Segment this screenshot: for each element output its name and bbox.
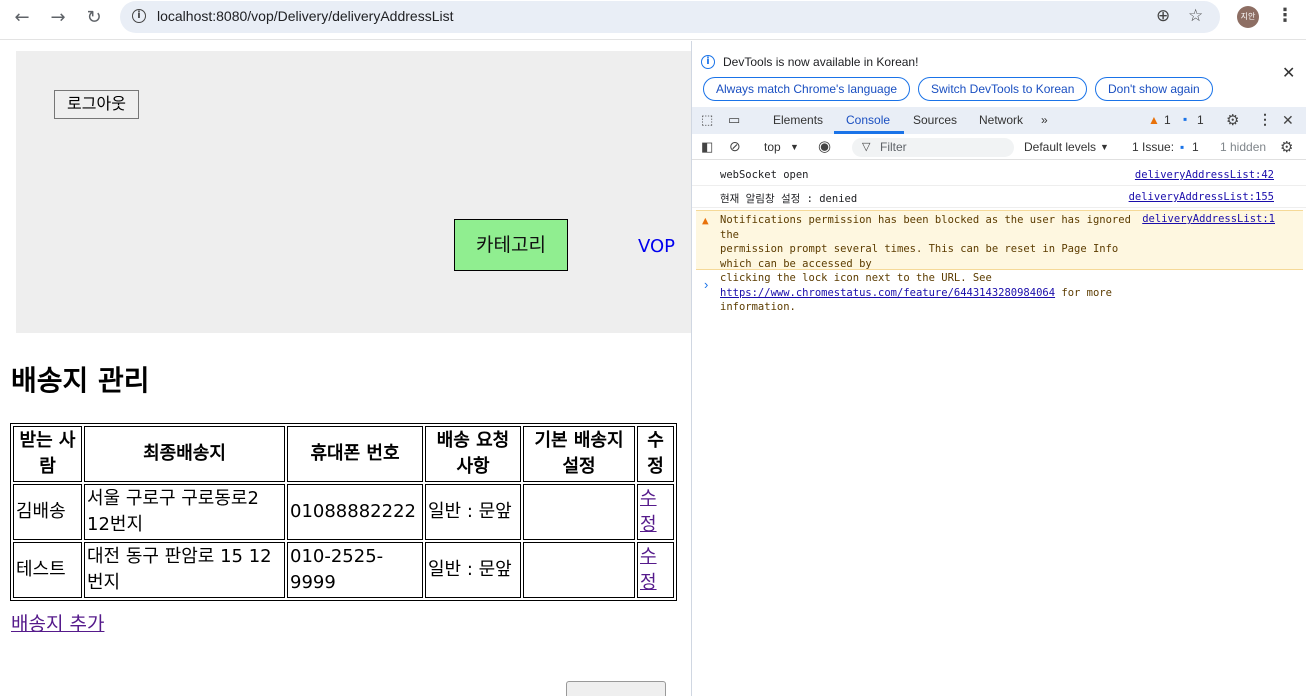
url-text[interactable]: localhost:8080/vop/Delivery/deliveryAddr… <box>157 8 453 24</box>
message-icon[interactable]: ▪ <box>1183 112 1187 126</box>
logout-button[interactable]: 로그아웃 <box>54 90 139 119</box>
column-header-address: 최종배송지 <box>84 426 285 482</box>
zoom-icon[interactable]: ⊕ <box>1156 6 1170 26</box>
column-header-edit: 수정 <box>637 426 674 482</box>
devtools-tabbar: ⬚ ▭ Elements Console Sources Network » ▲… <box>692 107 1306 134</box>
warning-icon[interactable]: ▲ <box>1148 113 1160 127</box>
default-cell <box>523 484 635 540</box>
warning-count[interactable]: 1 <box>1164 113 1171 127</box>
default-cell <box>523 542 635 598</box>
hidden-count: 1 hidden <box>1220 140 1267 154</box>
site-info-icon[interactable]: i <box>132 9 146 23</box>
delivery-address-table: 받는 사람 최종배송지 휴대폰 번호 배송 요청 사항 기본 배송지 설정 수정… <box>10 423 677 601</box>
issues-label[interactable]: 1 Issue: <box>1132 140 1174 154</box>
browser-menu-icon[interactable]: ⋮ <box>1276 5 1294 26</box>
request-cell: 일반 : 문앞 <box>425 542 521 598</box>
levels-dropdown-icon[interactable]: ▼ <box>1100 142 1109 152</box>
language-banner: i DevTools is now available in Korean! A… <box>692 41 1306 107</box>
web-page: 로그아웃 카테고리 VOP 배송지 관리 받는 사람 최종배송지 휴대폰 번호 … <box>0 41 691 696</box>
console-message: webSocket open deliveryAddressList:42 <box>692 164 1306 186</box>
page-title: 배송지 관리 <box>11 364 150 397</box>
console-message-text: 현재 알림창 설정 : denied <box>720 193 858 205</box>
edit-link[interactable]: 수정 <box>640 488 657 535</box>
column-header-recipient: 받는 사람 <box>13 426 82 482</box>
table-row: 김배송 서울 구로구 구로동로2 12번지 01088882222 일반 : 문… <box>13 484 674 540</box>
profile-avatar[interactable]: 지안 <box>1237 6 1259 28</box>
inspect-element-icon[interactable]: ⬚ <box>701 112 713 128</box>
close-devtools-icon[interactable]: ✕ <box>1282 112 1294 129</box>
recipient-cell: 김배송 <box>13 484 82 540</box>
chromestatus-link[interactable]: https://www.chromestatus.com/feature/644… <box>720 287 1055 299</box>
phone-cell: 01088882222 <box>287 484 423 540</box>
filter-input[interactable]: ▽ Filter <box>852 138 1014 157</box>
edit-cell: 수정 <box>637 542 674 598</box>
forward-icon[interactable]: → <box>44 6 72 30</box>
tab-sources[interactable]: Sources <box>913 113 957 127</box>
table-header-row: 받는 사람 최종배송지 휴대폰 번호 배송 요청 사항 기본 배송지 설정 수정 <box>13 426 674 482</box>
more-tabs-icon[interactable]: » <box>1041 113 1048 127</box>
devtools-menu-icon[interactable]: ⋮ <box>1258 111 1272 128</box>
issue-count[interactable]: 1 <box>1192 140 1199 154</box>
console-message-text: webSocket open <box>720 169 809 181</box>
console-message: 현재 알림창 설정 : denied deliveryAddressList:1… <box>692 186 1306 208</box>
warning-message: Notifications permission has been blocke… <box>720 213 1140 315</box>
console-source-link[interactable]: deliveryAddressList:42 <box>1135 169 1274 181</box>
category-button[interactable]: 카테고리 <box>454 219 568 271</box>
filter-icon: ▽ <box>862 141 871 153</box>
clear-console-icon[interactable]: ⊘ <box>729 138 741 155</box>
context-selector[interactable]: top <box>764 140 781 154</box>
log-levels-dropdown[interactable]: Default levels <box>1024 140 1096 154</box>
address-bar[interactable]: i localhost:8080/vop/Delivery/deliveryAd… <box>120 1 1220 33</box>
back-icon[interactable]: ← <box>8 6 36 30</box>
switch-language-button[interactable]: Switch DevTools to Korean <box>918 77 1088 101</box>
settings-gear-icon[interactable]: ⚙ <box>1226 111 1239 129</box>
column-header-phone: 휴대폰 번호 <box>287 426 423 482</box>
warning-triangle-icon: ▲ <box>702 214 709 227</box>
add-address-link[interactable]: 배송지 추가 <box>11 609 104 636</box>
console-settings-icon[interactable]: ⚙ <box>1280 138 1293 156</box>
devtools-panel: i DevTools is now available in Korean! A… <box>691 41 1306 696</box>
reload-icon[interactable]: ↻ <box>80 6 108 30</box>
context-dropdown-icon[interactable]: ▼ <box>790 142 799 152</box>
bookmark-star-icon[interactable]: ☆ <box>1188 6 1203 26</box>
phone-cell: 010-2525-9999 <box>287 542 423 598</box>
address-cell: 대전 동구 판암로 15 12번지 <box>84 542 285 598</box>
edit-link[interactable]: 수정 <box>640 546 657 593</box>
warning-source-link[interactable]: deliveryAddressList:1 <box>1142 213 1275 225</box>
match-language-button[interactable]: Always match Chrome's language <box>703 77 911 101</box>
tab-console[interactable]: Console <box>846 113 890 127</box>
address-cell: 서울 구로구 구로동로2 12번지 <box>84 484 285 540</box>
tab-elements[interactable]: Elements <box>773 113 823 127</box>
console-source-link[interactable]: deliveryAddressList:155 <box>1129 191 1274 203</box>
table-row: 테스트 대전 동구 판암로 15 12번지 010-2525-9999 일반 :… <box>13 542 674 598</box>
column-header-default: 기본 배송지 설정 <box>523 426 635 482</box>
recipient-cell: 테스트 <box>13 542 82 598</box>
edit-cell: 수정 <box>637 484 674 540</box>
tab-network[interactable]: Network <box>979 113 1023 127</box>
request-cell: 일반 : 문앞 <box>425 484 521 540</box>
message-count[interactable]: 1 <box>1197 113 1204 127</box>
close-banner-icon[interactable]: ✕ <box>1282 63 1295 83</box>
browser-toolbar: ← → ↻ i localhost:8080/vop/Delivery/deli… <box>0 0 1306 40</box>
warning-text: Notifications permission has been blocke… <box>720 214 1131 284</box>
issue-icon[interactable]: ▪ <box>1180 140 1184 154</box>
console-toolbar: ◧ ⊘ top ▼ ◉ ▽ Filter Default levels ▼ 1 … <box>692 134 1306 160</box>
banner-message: DevTools is now available in Korean! <box>723 55 919 69</box>
bottom-button[interactable] <box>566 681 666 696</box>
console-warning: ▲ Notifications permission has been bloc… <box>696 210 1303 313</box>
brand-link[interactable]: VOP <box>638 236 675 257</box>
dont-show-again-button[interactable]: Don't show again <box>1095 77 1213 101</box>
console-prompt-icon[interactable]: › <box>704 277 708 292</box>
filter-placeholder: Filter <box>880 140 907 154</box>
device-toggle-icon[interactable]: ▭ <box>728 112 740 128</box>
sidebar-toggle-icon[interactable]: ◧ <box>701 139 713 155</box>
site-header: 로그아웃 카테고리 VOP <box>16 51 691 333</box>
live-expression-eye-icon[interactable]: ◉ <box>818 137 831 155</box>
column-header-request: 배송 요청 사항 <box>425 426 521 482</box>
info-icon: i <box>701 55 715 69</box>
